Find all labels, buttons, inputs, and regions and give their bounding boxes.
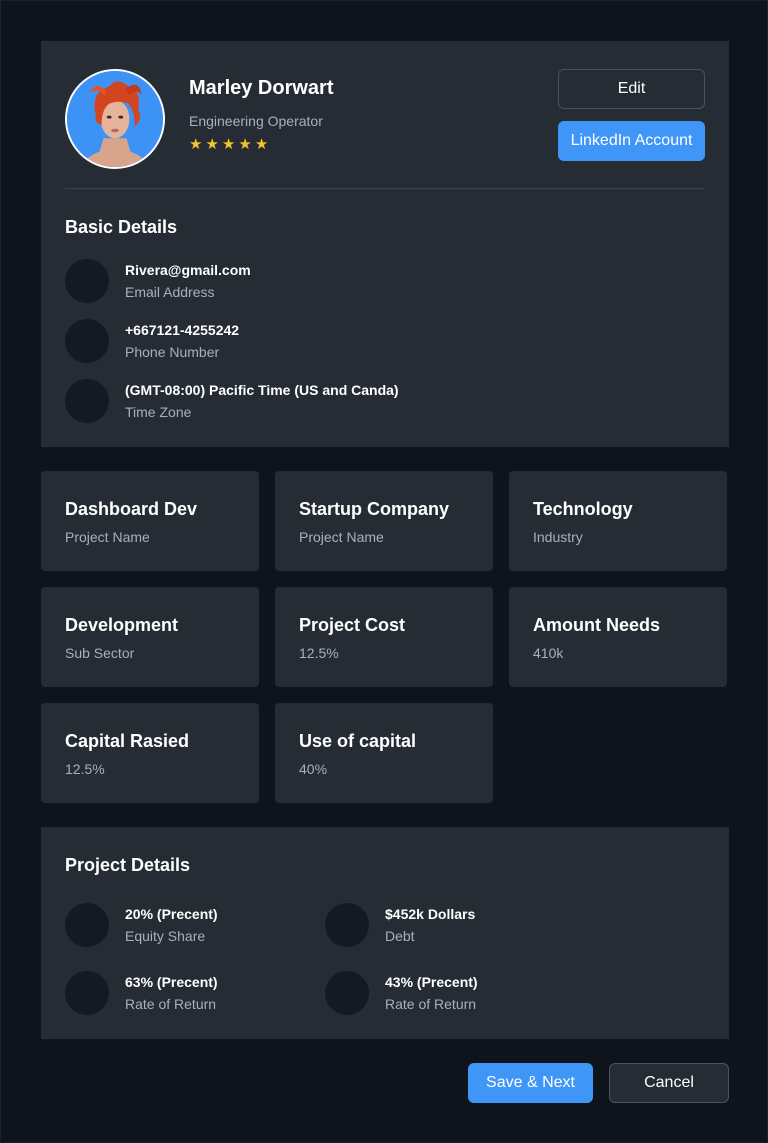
card-title: Project Cost [299,615,406,635]
timezone-value: (GMT-08:00) Pacific Time (US and Canda) [125,382,399,398]
card-project-cost: Project Cost 12.5% [275,587,493,687]
project-details-title: Project Details [65,855,191,875]
card-company-name: Startup Company Project Name [275,471,493,571]
equity-label: Equity Share [125,928,206,944]
card-subtitle: 410k [533,645,564,661]
profile-role: Engineering Operator [189,113,323,129]
timezone-detail: (GMT-08:00) Pacific Time (US and Canda) … [65,379,399,423]
cancel-button[interactable]: Cancel [609,1063,729,1103]
email-value: Rivera@gmail.com [125,262,251,278]
card-subtitle: 40% [299,761,328,777]
card-subtitle: Project Name [65,529,150,545]
card-use-of-capital: Use of capital 40% [275,703,493,803]
card-subtitle: Industry [533,529,583,545]
card-title: Development [65,615,179,635]
email-label: Email Address [125,284,215,300]
card-title: Dashboard Dev [65,499,198,519]
card-title: Amount Needs [533,615,661,635]
phone-detail: +667121-4255242 Phone Number [65,319,239,363]
return-icon [325,971,369,1015]
star-icon: ★ [205,136,219,153]
card-subtitle: Sub Sector [65,645,135,661]
card-sub-sector: Development Sub Sector [41,587,259,687]
debt-detail: $452k Dollars Debt [325,903,475,947]
phone-label: Phone Number [125,344,220,360]
avatar [65,69,165,169]
return-value: 43% (Precent) [385,974,478,990]
equity-value: 20% (Precent) [125,906,218,922]
basic-details-title: Basic Details [65,217,178,237]
card-subtitle: 12.5% [299,645,339,661]
project-details-panel: Project Details 20% (Precent) Equity Sha… [41,827,729,1039]
star-icon: ★ [238,136,252,153]
card-subtitle: Project Name [299,529,384,545]
profile-panel: Marley Dorwart Engineering Operator ★ ★ … [41,41,729,447]
debt-value: $452k Dollars [385,906,476,922]
clock-icon [65,379,109,423]
phone-value: +667121-4255242 [125,322,240,338]
phone-icon [65,319,109,363]
rating-stars: ★ ★ ★ ★ ★ [189,137,268,153]
card-title: Capital Rasied [65,731,190,751]
card-project-name: Dashboard Dev Project Name [41,471,259,571]
return-label: Rate of Return [125,996,217,1012]
avatar-image [67,71,163,167]
star-icon: ★ [221,136,236,153]
equity-icon [65,903,109,947]
email-detail: Rivera@gmail.com Email Address [65,259,251,303]
card-capital-raised: Capital Rasied 12.5% [41,703,259,803]
return-label: Rate of Return [385,996,477,1012]
card-industry: Technology Industry [509,471,727,571]
rate-of-return-detail: 43% (Precent) Rate of Return [325,971,478,1015]
return-icon [65,971,109,1015]
email-icon [65,259,109,303]
timezone-label: Time Zone [125,404,192,420]
rate-of-return-detail: 63% (Precent) Rate of Return [65,971,218,1015]
star-icon: ★ [254,136,269,153]
card-subtitle: 12.5% [65,761,105,777]
profile-page: Marley Dorwart Engineering Operator ★ ★ … [0,0,768,1143]
card-title: Technology [533,499,633,519]
linkedin-account-button[interactable]: LinkedIn Account [558,121,705,161]
star-icon: ★ [189,136,203,153]
equity-share-detail: 20% (Precent) Equity Share [65,903,218,947]
debt-label: Debt [385,928,415,944]
debt-icon [325,903,369,947]
card-amount-needs: Amount Needs 410k [509,587,727,687]
divider [65,188,705,189]
card-title: Use of capital [299,731,417,751]
profile-name: Marley Dorwart [189,77,334,99]
save-next-button[interactable]: Save & Next [468,1063,593,1103]
return-value: 63% (Precent) [125,974,218,990]
edit-button[interactable]: Edit [558,69,705,109]
card-title: Startup Company [299,499,450,519]
